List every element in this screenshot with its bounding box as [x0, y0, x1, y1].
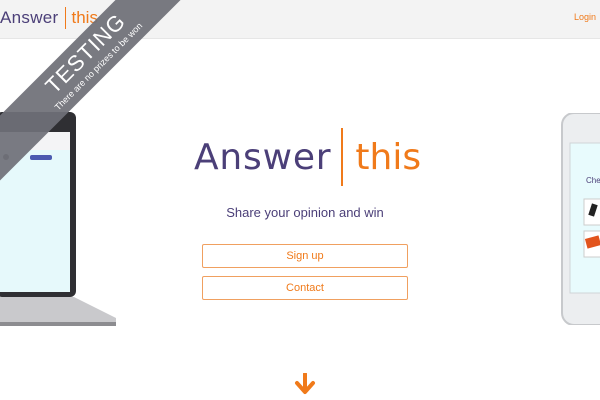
header-logo[interactable]: Answer this [0, 6, 98, 30]
hero-logo-word-answer: Answer [194, 136, 332, 178]
hero-logo-divider [341, 128, 344, 186]
arrow-down-icon[interactable] [294, 373, 316, 395]
login-link[interactable]: Login [574, 12, 596, 22]
laptop-base-edge [0, 322, 116, 326]
sign-up-button[interactable]: Sign up [202, 244, 408, 268]
phone-screen-text: Che [586, 176, 600, 185]
laptop-screen-button [30, 155, 52, 160]
hero-logo: Answer this [194, 128, 421, 186]
laptop-base [0, 297, 116, 324]
contact-button[interactable]: Contact [202, 276, 408, 300]
header-logo-divider [64, 7, 66, 29]
hero-logo-word-this: this [355, 136, 422, 178]
hero-tagline: Share your opinion and win [226, 205, 384, 220]
header-logo-word-answer: Answer [0, 8, 59, 27]
